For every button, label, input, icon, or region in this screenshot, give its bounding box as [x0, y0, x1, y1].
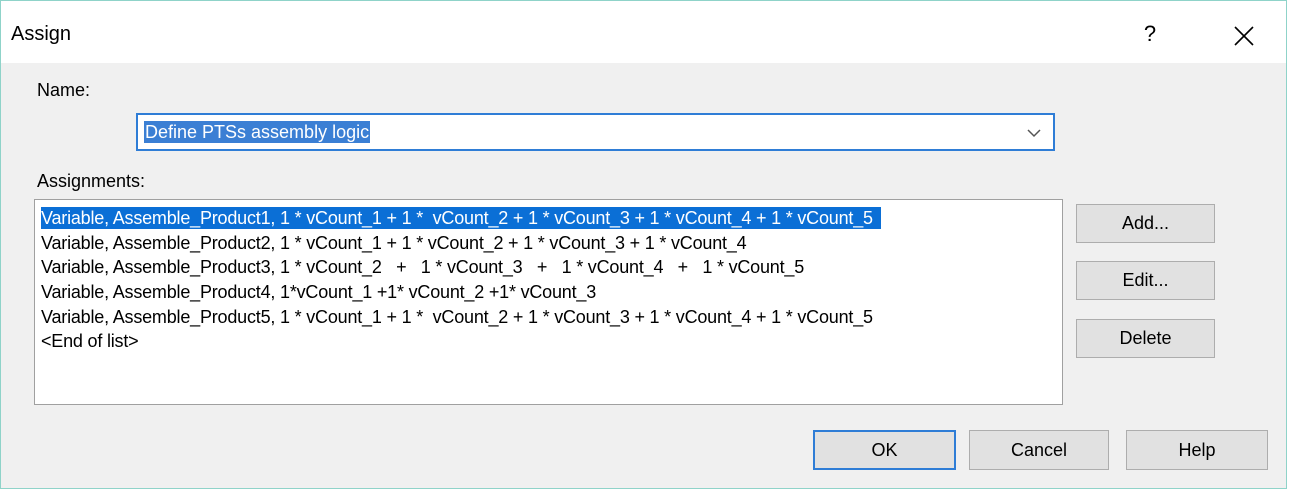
close-icon[interactable] — [1224, 19, 1264, 53]
edit-button[interactable]: Edit... — [1076, 261, 1215, 300]
assignments-label: Assignments: — [37, 171, 146, 191]
list-item[interactable]: Variable, Assemble_Product2, 1 * vCount_… — [41, 232, 747, 254]
delete-button[interactable]: Delete — [1076, 319, 1215, 358]
add-button[interactable]: Add... — [1076, 204, 1215, 243]
ok-button[interactable]: OK — [813, 430, 956, 470]
help-button[interactable]: Help — [1126, 430, 1268, 470]
cancel-button[interactable]: Cancel — [969, 430, 1109, 470]
list-item-end-of-list[interactable]: <End of list> — [41, 330, 139, 352]
name-combobox-value[interactable]: Define PTSs assembly logic — [144, 121, 371, 143]
name-combobox[interactable]: Define PTSs assembly logic — [136, 113, 1055, 151]
list-item[interactable]: Variable, Assemble_Product5, 1 * vCount_… — [41, 306, 873, 328]
assignments-list[interactable]: Variable, Assemble_Product1, 1 * vCount_… — [34, 199, 1063, 405]
window-title: Assign — [11, 23, 72, 45]
name-label: Name: — [37, 80, 91, 100]
list-item[interactable]: Variable, Assemble_Product4, 1*vCount_1 … — [41, 281, 596, 303]
assign-dialog: Assign ? Name: Define PTSs assembly logi… — [0, 0, 1287, 489]
help-icon[interactable]: ? — [1130, 19, 1170, 49]
list-item[interactable]: Variable, Assemble_Product3, 1 * vCount_… — [41, 256, 804, 278]
title-bar: Assign ? — [1, 1, 1286, 63]
list-item[interactable]: Variable, Assemble_Product1, 1 * vCount_… — [41, 207, 881, 229]
chevron-down-icon[interactable] — [1025, 124, 1043, 142]
